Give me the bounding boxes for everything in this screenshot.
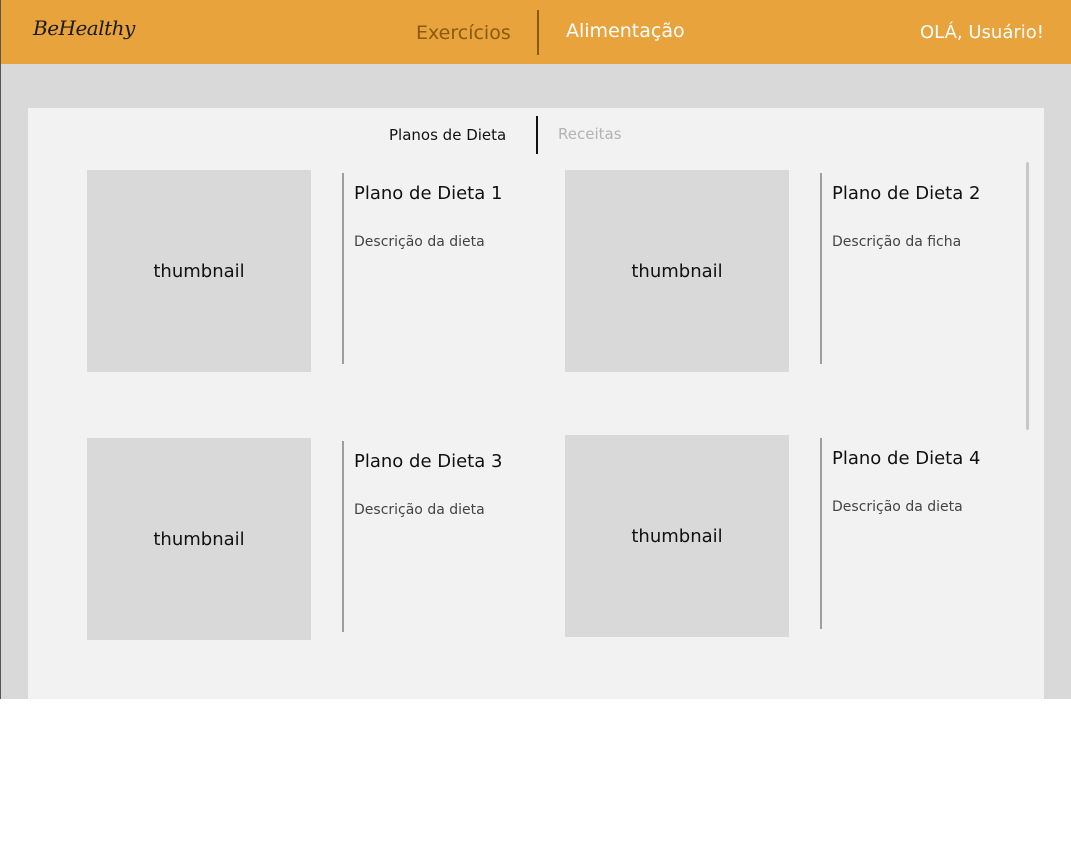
card-description: Descrição da dieta: [354, 502, 485, 518]
card-title: Plano de Dieta 1: [354, 183, 503, 204]
card-title: Plano de Dieta 3: [354, 451, 503, 472]
nav-divider: [537, 10, 539, 55]
tab-receitas[interactable]: Receitas: [558, 125, 622, 143]
card-thumbnail: thumbnail: [87, 170, 311, 372]
card-description: Descrição da dieta: [832, 499, 963, 515]
card-divider: [820, 438, 822, 629]
diet-plan-card[interactable]: thumbnail Plano de Dieta 2 Descrição da …: [565, 170, 1005, 380]
tab-divider: [536, 116, 538, 154]
scrollbar[interactable]: [1026, 162, 1029, 430]
card-divider: [342, 441, 344, 632]
card-divider: [820, 173, 822, 364]
tab-planos-de-dieta[interactable]: Planos de Dieta: [389, 126, 506, 144]
app-window: BeHealthy Exercícios Alimentação OLÁ, Us…: [0, 0, 1071, 699]
nav-link-alimentacao[interactable]: Alimentação: [566, 20, 685, 42]
card-thumbnail: thumbnail: [87, 438, 311, 640]
card-description: Descrição da ficha: [832, 234, 962, 250]
card-title: Plano de Dieta 2: [832, 183, 981, 204]
card-title: Plano de Dieta 4: [832, 448, 981, 469]
card-description: Descrição da dieta: [354, 234, 485, 250]
app-logo[interactable]: BeHealthy: [33, 16, 135, 40]
card-thumbnail: thumbnail: [565, 435, 789, 637]
card-thumbnail: thumbnail: [565, 170, 789, 372]
diet-plan-card[interactable]: thumbnail Plano de Dieta 3 Descrição da …: [87, 438, 527, 648]
content-panel: Planos de Dieta Receitas thumbnail Plano…: [28, 108, 1044, 699]
diet-plan-card[interactable]: thumbnail Plano de Dieta 4 Descrição da …: [565, 435, 1005, 645]
top-navigation-bar: BeHealthy Exercícios Alimentação OLÁ, Us…: [1, 0, 1071, 64]
user-greeting[interactable]: OLÁ, Usuário!: [920, 22, 1044, 43]
diet-plan-card[interactable]: thumbnail Plano de Dieta 1 Descrição da …: [87, 170, 527, 380]
card-divider: [342, 173, 344, 364]
nav-link-exercicios[interactable]: Exercícios: [416, 22, 511, 44]
